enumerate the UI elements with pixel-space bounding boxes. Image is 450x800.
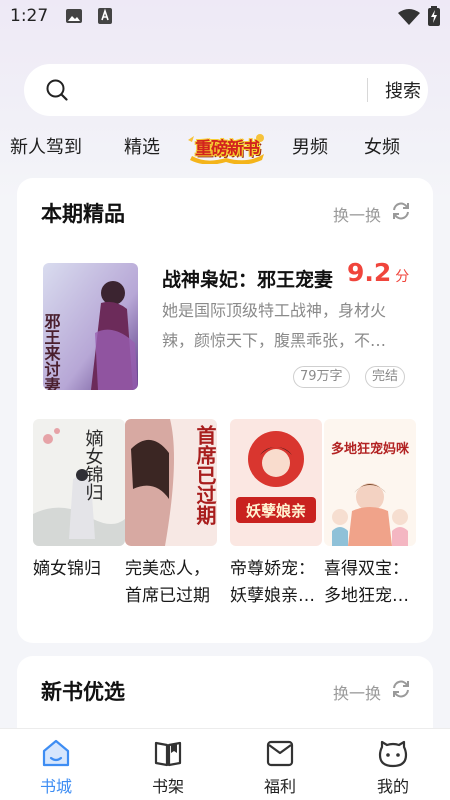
score-value: 9.2 (347, 258, 392, 287)
book-cover[interactable]: 妖孽娘亲 (230, 419, 322, 546)
wifi-icon (398, 9, 420, 25)
refresh-label: 换一换 (332, 206, 381, 225)
banner-label: 重磅新书 (195, 139, 260, 159)
book-title[interactable]: 帝尊娇宠：妖孽娘亲镇九天 (230, 556, 330, 610)
book-cover[interactable]: 多地狂宠妈咪 (324, 419, 416, 546)
book-title[interactable]: 嫡女锦归 (33, 556, 133, 583)
book-item[interactable]: 首席已过期 完美恋人，首席已过期 (125, 419, 217, 610)
book-item[interactable]: 妖孽娘亲 帝尊娇宠：妖孽娘亲镇九天 (230, 419, 322, 610)
new-books-banner[interactable]: 重磅新书 (186, 130, 268, 164)
status-badge: 完结 (365, 366, 406, 388)
refresh-label: 换一换 (332, 684, 381, 703)
category-tabs: 新人驾到 精选 重磅新书 男频 女频 (0, 130, 450, 164)
battery-icon (428, 6, 440, 26)
profile-icon (378, 740, 408, 768)
score-unit: 分 (395, 269, 410, 285)
nav-item-profile[interactable]: 我的 (353, 729, 433, 800)
nav-label: 书架 (151, 777, 184, 796)
search-input[interactable] (84, 74, 354, 106)
search-bar[interactable]: 搜索 (24, 64, 428, 116)
gift-envelope-icon (266, 740, 294, 767)
status-time: 1:27 (10, 6, 49, 26)
tab-newcomer[interactable]: 新人驾到 (10, 133, 82, 159)
nav-item-bookshelf[interactable]: 书架 (128, 729, 208, 800)
featured-cover-text: 邪王来讨妻 (43, 313, 62, 390)
bottom-nav: 书城 书架 福利 我的 (0, 728, 450, 800)
featured-book-score: 9.2 分 (347, 258, 409, 287)
app-notification-icon (98, 8, 112, 24)
book-cover-text: 妖孽娘亲 (246, 502, 306, 520)
tab-female[interactable]: 女频 (364, 133, 400, 159)
nav-item-bookstore[interactable]: 书城 (16, 729, 96, 800)
tab-featured[interactable]: 精选 (124, 133, 160, 159)
section-title: 本期精品 (41, 202, 125, 226)
bookshelf-icon (154, 741, 182, 767)
nav-label: 我的 (376, 777, 409, 796)
book-item[interactable]: 嫡女锦归 嫡女锦归 (33, 419, 125, 583)
nav-label: 书城 (39, 777, 72, 796)
search-divider (367, 78, 368, 102)
featured-section-card: 本期精品 换一换 邪王来讨妻 战神枭妃：邪王宠妻 9.2 分 她是国际顶级特工战… (17, 178, 433, 643)
book-title[interactable]: 完美恋人，首席已过期 (125, 556, 225, 610)
book-title[interactable]: 喜得双宝：多地狂宠妈咪 (324, 556, 424, 610)
refresh-button[interactable]: 换一换 (325, 678, 411, 703)
book-cover-text: 首席已过期 (193, 424, 217, 526)
nav-item-welfare[interactable]: 福利 (240, 729, 320, 800)
search-icon (46, 79, 68, 101)
book-cover[interactable]: 首席已过期 (125, 419, 217, 546)
tab-male[interactable]: 男频 (292, 133, 328, 159)
home-icon (42, 739, 70, 767)
featured-book-description: 她是国际顶级特工战神，身材火辣，颜惊天下，腹黑乖张，不按常理出牌的女人 (162, 301, 402, 350)
featured-book-title[interactable]: 战神枭妃：邪王宠妻 (162, 265, 337, 292)
book-cover-text: 多地狂宠妈咪 (331, 441, 410, 457)
section-title: 新书优选 (41, 680, 125, 704)
search-button[interactable]: 搜索 (376, 77, 430, 103)
book-cover[interactable]: 嫡女锦归 (33, 419, 125, 546)
refresh-icon (393, 202, 409, 220)
book-cover-text: 嫡女锦归 (83, 429, 104, 501)
status-bar: 1:27 (0, 0, 450, 34)
book-item[interactable]: 多地狂宠妈咪 喜得双宝：多地狂宠妈咪 (324, 419, 416, 610)
image-notification-icon (66, 9, 82, 23)
word-count-badge: 79万字 (293, 366, 350, 388)
featured-book-cover[interactable]: 邪王来讨妻 (43, 263, 138, 390)
refresh-button[interactable]: 换一换 (325, 200, 411, 225)
nav-label: 福利 (263, 777, 296, 796)
refresh-icon (393, 680, 409, 698)
